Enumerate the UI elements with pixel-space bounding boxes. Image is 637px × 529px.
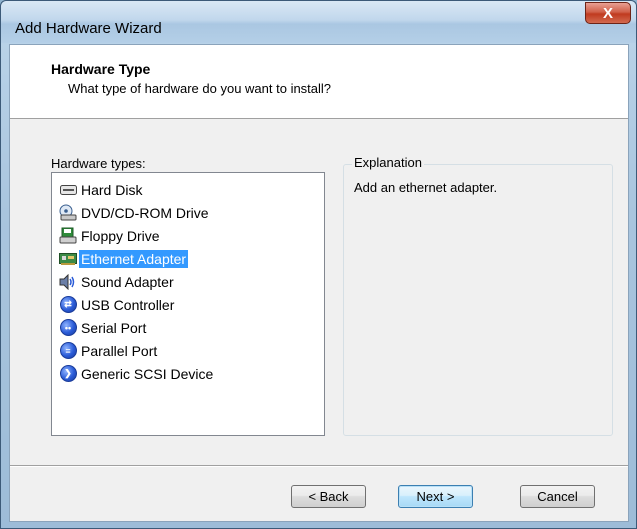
list-item-label: Hard Disk: [81, 181, 143, 198]
list-item-label: Sound Adapter: [81, 273, 174, 290]
dvd-drive-icon: [59, 204, 77, 222]
wizard-window: Add Hardware Wizard X Hardware Type What…: [0, 0, 637, 529]
list-item-serial-port[interactable]: •• Serial Port: [52, 316, 324, 339]
close-icon: X: [602, 4, 613, 22]
wizard-header: Hardware Type What type of hardware do y…: [10, 45, 628, 119]
parallel-port-icon: ≡: [59, 342, 77, 360]
list-item-label: Ethernet Adapter: [79, 249, 189, 268]
list-item-label: Serial Port: [81, 319, 147, 336]
hard-disk-icon: [59, 181, 77, 199]
serial-port-icon: ••: [59, 319, 77, 337]
ethernet-adapter-icon: [59, 250, 77, 268]
list-item-floppy-drive[interactable]: Floppy Drive: [52, 224, 324, 247]
back-button[interactable]: < Back: [291, 485, 366, 508]
scsi-device-icon: ❯: [59, 365, 77, 383]
dialog-client-area: Hardware Type What type of hardware do y…: [9, 44, 629, 522]
list-item-label: Floppy Drive: [81, 227, 160, 244]
next-button[interactable]: Next >: [398, 485, 473, 508]
list-item-usb-controller[interactable]: ⇄ USB Controller: [52, 293, 324, 316]
list-item-label: DVD/CD-ROM Drive: [81, 204, 209, 221]
list-item-parallel-port[interactable]: ≡ Parallel Port: [52, 339, 324, 362]
page-subtitle: What type of hardware do you want to ins…: [68, 81, 332, 96]
list-item-hard-disk[interactable]: Hard Disk: [52, 178, 324, 201]
footer-divider: [10, 465, 628, 467]
floppy-drive-icon: [59, 227, 77, 245]
hardware-types-label: Hardware types:: [51, 156, 146, 171]
hardware-types-list[interactable]: Hard Disk DVD/CD-ROM Drive Floppy Drive …: [51, 172, 325, 436]
explanation-groupbox: [343, 164, 613, 436]
list-item-generic-scsi[interactable]: ❯ Generic SCSI Device: [52, 362, 324, 385]
list-item-label: USB Controller: [81, 296, 175, 313]
speaker-icon: [59, 273, 77, 291]
list-item-dvd-drive[interactable]: DVD/CD-ROM Drive: [52, 201, 324, 224]
close-button[interactable]: X: [585, 2, 631, 24]
list-item-label: Generic SCSI Device: [81, 365, 214, 382]
list-item-ethernet-adapter[interactable]: Ethernet Adapter: [52, 247, 324, 270]
usb-icon: ⇄: [59, 296, 77, 314]
cancel-button[interactable]: Cancel: [520, 485, 595, 508]
explanation-label: Explanation: [352, 155, 424, 170]
list-item-label: Parallel Port: [81, 342, 158, 359]
page-title: Hardware Type: [51, 61, 151, 77]
window-title: Add Hardware Wizard: [15, 20, 162, 37]
list-item-sound-adapter[interactable]: Sound Adapter: [52, 270, 324, 293]
explanation-text: Add an ethernet adapter.: [354, 180, 498, 195]
title-bar[interactable]: Add Hardware Wizard X: [1, 1, 636, 43]
